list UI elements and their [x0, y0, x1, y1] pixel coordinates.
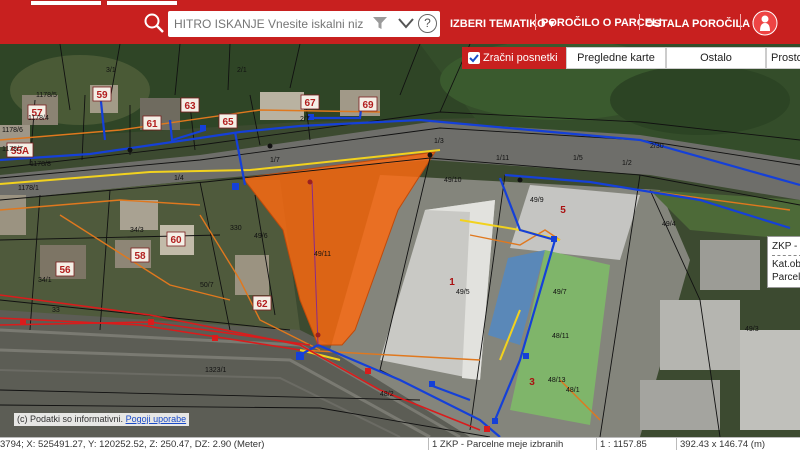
tooltip-line2: Parcela [772, 272, 800, 283]
menu-tematiko[interactable]: IZBERI TEMATIKO ▾ [450, 17, 554, 30]
house-number-label: 56 [55, 261, 75, 277]
house-number-label: 61 [142, 115, 162, 131]
attribution: (c) Podatki so informativni. Pogoji upor… [14, 413, 190, 426]
parcel-number-label: 1178/4 [28, 115, 49, 122]
house-number-label: 67 [300, 94, 320, 110]
parcel-number-label: 1178/8 [30, 161, 51, 168]
layer-tab-spatial[interactable]: Prosto [766, 47, 800, 69]
parcel-number-label: 49/10 [444, 177, 462, 184]
parcel-number-label: 49/5 [456, 289, 470, 296]
parcel-number-label: 50/7 [200, 282, 214, 289]
parcel-number-label: 1178/1 [18, 185, 39, 192]
parcel-number-label: 49/11 [314, 251, 331, 258]
header-strip [0, 0, 800, 8]
svg-text:65: 65 [222, 117, 234, 128]
parcel-number-label: 1/4 [174, 175, 184, 182]
house-number-label: 62 [252, 295, 272, 311]
parcel-number-label: 48/13 [548, 377, 566, 384]
house-number-label: 5 [560, 205, 566, 216]
svg-text:56: 56 [59, 265, 71, 276]
parcel-number-label: 1178/5 [36, 92, 57, 99]
house-number-label: 65 [218, 113, 238, 129]
parcel-number-label: 49/4 [662, 221, 676, 228]
svg-text:58: 58 [134, 251, 146, 262]
parcel-number-label: 49/7 [553, 289, 567, 296]
parcel-number-label: 48/2 [380, 391, 394, 398]
layer-tab-other[interactable]: Ostalo [666, 47, 766, 69]
svg-text:61: 61 [146, 119, 158, 130]
parcel-number-label: 1/2 [622, 160, 632, 167]
search-input[interactable] [174, 11, 374, 37]
house-number-label: 59 [92, 86, 112, 102]
parcel-number-label: 330 [230, 225, 242, 232]
aerial-checkbox[interactable] [468, 52, 480, 64]
search-icon[interactable] [143, 12, 165, 34]
layer-tab-aerial-label: Zračni posnetki [483, 52, 558, 64]
menu-tematiko-label: IZBERI TEMATIKO [450, 18, 546, 30]
user-icon[interactable] [752, 10, 778, 36]
parcel-number-label: 34/3 [130, 227, 144, 234]
status-bar: 3794; X: 525491.27, Y: 120252.52, Z: 250… [0, 437, 800, 450]
map-viewer: 57 59 55A 61 63 65 67 69 60 58 56 62 5 1 3 1178/5 1178/… [0, 0, 800, 450]
strip-tab[interactable] [30, 0, 102, 6]
tooltip-line1: Kat.obč [772, 259, 800, 270]
svg-text:63: 63 [184, 101, 196, 112]
parcel-number-label: 49/3 [745, 326, 759, 333]
house-number-label: 60 [166, 231, 186, 247]
parcel-number-label: 1178/7 [2, 146, 23, 153]
parcel-number-label: 1/7 [270, 157, 280, 164]
svg-text:5: 5 [560, 205, 566, 216]
menu-separator [740, 14, 741, 30]
parcel-number-label: 1178/6 [2, 127, 23, 134]
menu-separator [535, 14, 536, 30]
attribution-text: (c) Podatki so informativni. [17, 414, 124, 424]
svg-text:3: 3 [529, 377, 535, 388]
svg-text:62: 62 [256, 299, 268, 310]
layer-tab-aerial[interactable]: Zračni posnetki [462, 47, 566, 69]
house-number-label: 63 [180, 97, 200, 113]
parcel-tooltip: ZKP - P Kat.obč Parcela [767, 236, 800, 288]
parcel-number-label: 34/1 [38, 277, 52, 284]
svg-text:60: 60 [170, 235, 182, 246]
parcel-number-label: 48/1 [566, 387, 580, 394]
parcel-number-label: 1/11 [496, 155, 509, 162]
parcel-number-label: 2/1 [237, 67, 247, 74]
chevron-down-icon[interactable] [398, 17, 414, 29]
strip-tab[interactable] [106, 0, 178, 6]
parcel-number-label: 3/1 [106, 67, 116, 74]
svg-text:1: 1 [449, 277, 455, 288]
house-number-label: 58 [130, 247, 150, 263]
menu-porocilo[interactable]: POROČILO O PARCELI [541, 17, 662, 29]
filter-icon[interactable] [372, 16, 388, 30]
menu-ostala-label: OSTALA POROČILA [645, 18, 750, 30]
status-extent: 392.43 x 146.74 (m) [680, 439, 766, 450]
menu-separator [639, 14, 640, 30]
status-scale: 1 : 1157.85 [600, 439, 647, 450]
parcel-number-label: 49/9 [530, 197, 544, 204]
terms-link[interactable]: Pogoji uporabe [126, 414, 187, 424]
house-number-label: 3 [529, 377, 535, 388]
parcel-number-label: 1/5 [573, 155, 583, 162]
top-header: ? IZBERI TEMATIKO ▾ POROČILO O PARCELI O… [0, 0, 800, 44]
help-icon[interactable]: ? [418, 14, 437, 33]
parcel-number-label: 49/6 [254, 233, 268, 240]
status-layer: 1 ZKP - Parcelne meje izbranih [432, 439, 564, 450]
svg-text:67: 67 [304, 98, 316, 109]
parcel-number-label: 33 [52, 307, 60, 314]
house-number-label: 1 [449, 277, 455, 288]
tooltip-title: ZKP - P [772, 241, 800, 252]
parcel-number-label: 1/3 [434, 138, 444, 145]
parcel-number-label: 2/30 [650, 143, 664, 150]
svg-text:69: 69 [362, 100, 374, 111]
svg-text:59: 59 [96, 90, 108, 101]
menu-ostala[interactable]: OSTALA POROČILA ▾ [645, 17, 758, 30]
layer-tab-overview[interactable]: Pregledne karte [566, 47, 666, 69]
parcel-number-label: 48/11 [552, 333, 569, 340]
parcel-number-label: 2/7 [300, 116, 310, 123]
parcel-number-label: 1323/1 [205, 367, 227, 374]
house-number-label: 69 [358, 96, 378, 112]
status-coordinates: 3794; X: 525491.27, Y: 120252.52, Z: 250… [0, 439, 265, 450]
